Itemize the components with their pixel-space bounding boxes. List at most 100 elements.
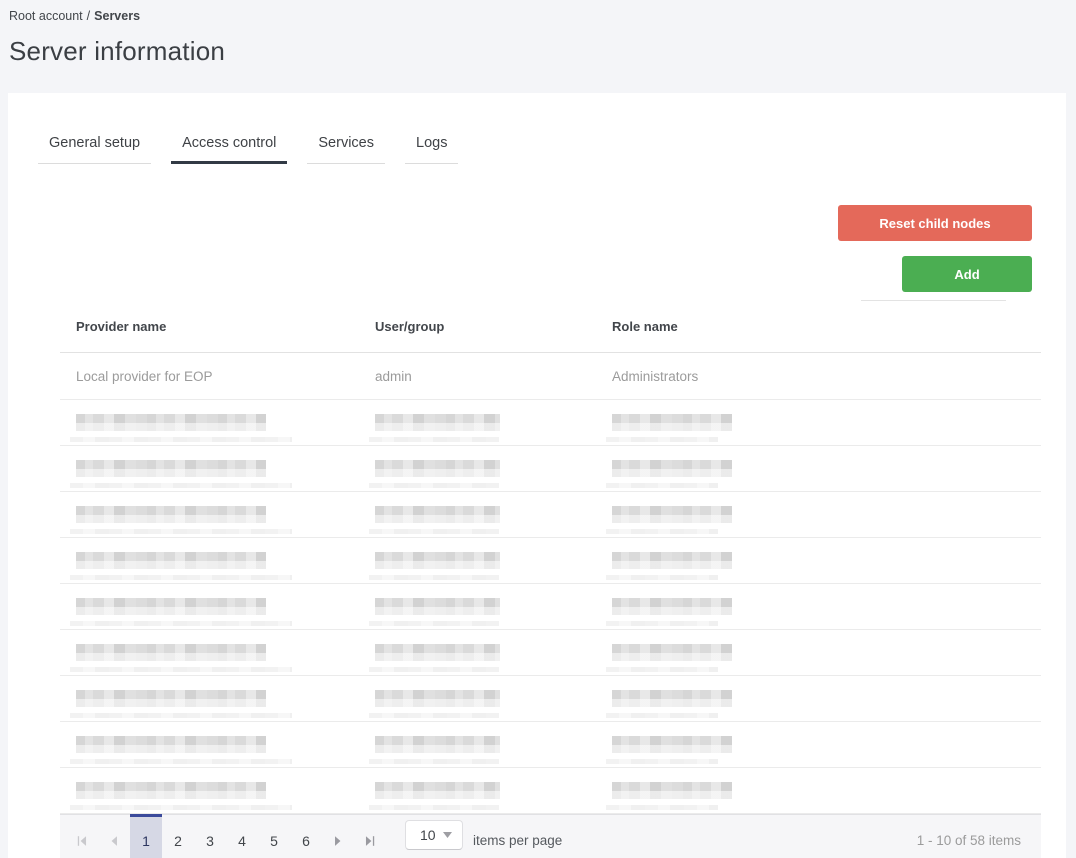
items-per-page-label: items per page (473, 833, 563, 848)
cell-user-group (359, 722, 596, 767)
column-header-provider-name: Provider name (76, 319, 167, 334)
redacted-text-shadow (606, 713, 718, 718)
table-row[interactable] (60, 538, 1041, 584)
table-row[interactable] (60, 676, 1041, 722)
redacted-text-block (76, 552, 266, 569)
redacted-text-shadow (70, 713, 292, 718)
dropdown-caret-icon (443, 832, 452, 838)
table-row[interactable] (60, 630, 1041, 676)
table-body: Local provider for EOP admin Administrator… (60, 353, 1041, 814)
cell-user-group (359, 538, 596, 583)
cell-user-group (359, 584, 596, 629)
page-title: Server information (9, 36, 226, 66)
redacted-text-block (76, 690, 266, 707)
redacted-text-block (375, 552, 500, 569)
table-row[interactable] (60, 768, 1041, 814)
redacted-text-shadow (70, 575, 292, 580)
cell-provider-name (60, 538, 359, 583)
cell-role-name (596, 446, 1041, 491)
cell-provider-name (60, 492, 359, 537)
redacted-text-shadow (606, 621, 718, 626)
page-number: 2 (174, 832, 182, 849)
page-header: Root account / Servers Server information (0, 0, 1076, 67)
page-number: 5 (270, 832, 278, 849)
table-row[interactable] (60, 584, 1041, 630)
first-page-icon (77, 835, 87, 846)
cell-user-group (359, 400, 596, 445)
redacted-text-block (375, 506, 500, 523)
redacted-text-shadow (70, 437, 292, 442)
redacted-text-shadow (606, 667, 718, 672)
cell-provider-name (60, 400, 359, 445)
page-button-5[interactable]: 5 (258, 815, 290, 858)
page-size-value: 10 (420, 827, 436, 843)
last-page-button[interactable] (354, 815, 386, 858)
redacted-text-shadow (369, 713, 499, 718)
redacted-text-block (612, 690, 732, 707)
next-page-button[interactable] (322, 815, 354, 858)
next-page-icon (335, 835, 341, 846)
tab-access-control[interactable]: Access control (171, 135, 288, 164)
table-row[interactable] (60, 722, 1041, 768)
page-button-6[interactable]: 6 (290, 815, 322, 858)
add-button[interactable]: Add (902, 256, 1032, 292)
reset-child-nodes-button[interactable]: Reset child nodes (838, 205, 1032, 241)
cell-user-group (359, 446, 596, 491)
cell-role-name (596, 768, 1041, 813)
cell-role-name (596, 538, 1041, 583)
redacted-text-block (612, 506, 732, 523)
redacted-text-shadow (369, 805, 499, 810)
cell-user-group (359, 768, 596, 813)
role-name-text: Administrators (612, 368, 699, 384)
tab-logs[interactable]: Logs (405, 135, 459, 164)
redacted-text-shadow (369, 529, 499, 534)
page-button-4[interactable]: 4 (226, 815, 258, 858)
tab-services[interactable]: Services (307, 135, 385, 164)
cell-role-name (596, 722, 1041, 767)
cell-provider-name (60, 630, 359, 675)
cell-provider-name (60, 446, 359, 491)
redacted-text-block (375, 782, 500, 799)
cell-provider-name (60, 584, 359, 629)
table-row[interactable] (60, 492, 1041, 538)
redacted-text-shadow (369, 437, 499, 442)
breadcrumb-parent[interactable]: Root account (9, 9, 83, 23)
last-page-icon (365, 835, 375, 846)
table-row[interactable]: Local provider for EOP admin Administrator… (60, 353, 1041, 400)
cell-role-name (596, 492, 1041, 537)
redacted-text-shadow (606, 483, 718, 488)
redacted-text-block (375, 736, 500, 753)
breadcrumb-current: Servers (94, 9, 141, 23)
cell-provider-name (60, 768, 359, 813)
table-row[interactable] (60, 446, 1041, 492)
table-row[interactable] (60, 400, 1041, 446)
cell-provider-name: Local provider for EOP (60, 353, 359, 399)
cell-provider-name (60, 722, 359, 767)
redacted-text-shadow (70, 759, 292, 764)
page-button-2[interactable]: 2 (162, 815, 194, 858)
redacted-text-block (76, 644, 266, 661)
page-button-3[interactable]: 3 (194, 815, 226, 858)
redacted-text-block (612, 598, 732, 615)
redacted-text-shadow (70, 621, 292, 626)
add-divider (861, 300, 1006, 301)
cell-role-name (596, 676, 1041, 721)
cell-provider-name (60, 676, 359, 721)
redacted-text-shadow (369, 483, 499, 488)
first-page-button[interactable] (66, 815, 98, 858)
cell-user-group (359, 492, 596, 537)
page-size-select[interactable]: 10 (405, 820, 463, 850)
previous-page-button[interactable] (98, 815, 130, 858)
cell-role-name (596, 630, 1041, 675)
redacted-text-shadow (606, 437, 718, 442)
redacted-text-block (76, 782, 266, 799)
redacted-text-shadow (606, 575, 718, 580)
redacted-text-block (612, 782, 732, 799)
redacted-text-block (612, 414, 732, 431)
table-header: Provider name User/group Role name (60, 301, 1041, 353)
tab-general-setup[interactable]: General setup (38, 135, 152, 164)
redacted-text-shadow (70, 529, 292, 534)
redacted-text-block (76, 414, 266, 431)
page-button-1[interactable]: 1 (130, 814, 162, 858)
page-number: 3 (206, 832, 214, 849)
